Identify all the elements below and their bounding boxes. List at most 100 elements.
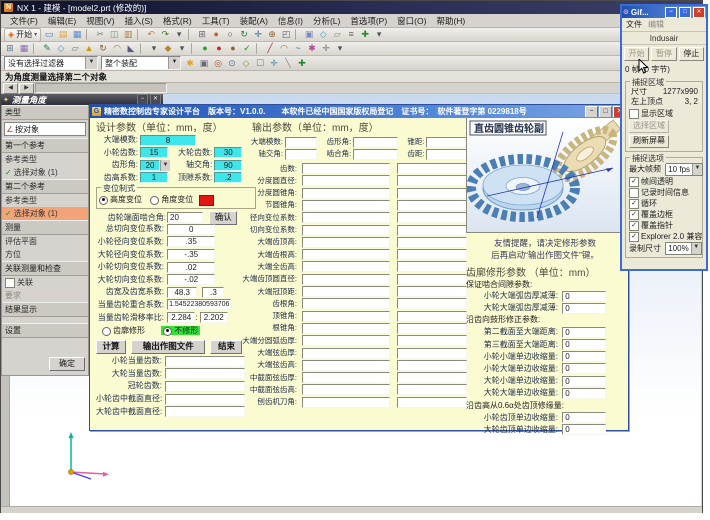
color-swatch-red[interactable]: [199, 195, 214, 206]
minimize-icon[interactable]: −: [665, 7, 677, 18]
menu-item[interactable]: 装配(A): [235, 15, 273, 27]
option-row[interactable]: ✓ 循环: [629, 198, 700, 209]
toolbar-icon[interactable]: ◎: [212, 58, 224, 69]
chevron-down-icon[interactable]: ▼: [691, 243, 701, 254]
output-field-pinion[interactable]: [302, 298, 390, 309]
toolbar-icon[interactable]: ●: [210, 29, 222, 40]
facewidth-field[interactable]: 48.3: [167, 287, 197, 298]
module-field[interactable]: 8: [140, 135, 196, 146]
toolbar-icon[interactable]: ◠: [278, 43, 290, 54]
toolbar-icon[interactable]: ✛: [268, 58, 280, 69]
output-field-gear[interactable]: [397, 261, 467, 272]
toolbar-icon[interactable]: ↷: [159, 29, 171, 40]
toolbar-icon[interactable]: [140, 43, 145, 54]
chevron-down-icon[interactable]: ▼: [160, 160, 170, 171]
value-field[interactable]: 0: [562, 291, 606, 302]
option-row[interactable]: ✓ 覆盖边框: [629, 209, 700, 220]
toolbar-icon[interactable]: [188, 29, 193, 40]
maximize-icon[interactable]: □: [679, 7, 691, 18]
toolbar-icon[interactable]: ▾: [334, 43, 346, 54]
toolbar-icon[interactable]: ▦: [18, 43, 30, 54]
select-object-1[interactable]: ✓选择对象 (1): [2, 166, 88, 179]
checkbox[interactable]: [629, 188, 639, 198]
output-field-pinion[interactable]: [302, 274, 390, 285]
section-type[interactable]: 类型: [2, 105, 88, 120]
out-pa-field[interactable]: [353, 137, 398, 148]
toolbar-icon[interactable]: ●: [213, 43, 225, 54]
menu-item[interactable]: 插入(S): [120, 15, 158, 27]
output-field-pinion[interactable]: [302, 323, 390, 334]
value-field[interactable]: 0: [562, 351, 606, 362]
output-field-pinion[interactable]: [302, 163, 390, 174]
toolbar-icon[interactable]: ▱: [331, 29, 343, 40]
toolbar-icon[interactable]: ◰: [280, 29, 292, 40]
toolbar-icon[interactable]: ●: [199, 43, 211, 54]
toolbar-icon[interactable]: [137, 29, 142, 40]
toolbar-icon[interactable]: ╲: [282, 58, 294, 69]
output-field-pinion[interactable]: [302, 237, 390, 248]
fps-dropdown[interactable]: 10 fps ▼: [665, 163, 703, 176]
orientation-row[interactable]: 方位: [2, 248, 88, 261]
output-field-gear[interactable]: [397, 286, 467, 297]
output-field-pinion[interactable]: [302, 175, 390, 186]
toolbar-icon[interactable]: ✎: [41, 43, 53, 54]
output-field-gear[interactable]: [397, 397, 467, 408]
value-field[interactable]: 0: [562, 376, 606, 387]
select-object-2-active[interactable]: ✓选择对象 (1): [2, 207, 88, 220]
refresh-screen-button[interactable]: 刷新屏幕: [629, 135, 669, 148]
output-field-pinion[interactable]: [302, 311, 390, 322]
output-field-gear[interactable]: [397, 188, 467, 199]
toolbar-icon[interactable]: ~: [292, 43, 304, 54]
output-field-pinion[interactable]: [302, 200, 390, 211]
section-first-reference[interactable]: 第一个参考: [2, 138, 88, 153]
output-field-gear[interactable]: [397, 163, 467, 174]
chevron-down-icon[interactable]: ▼: [168, 57, 180, 69]
toolbar-icon[interactable]: ⊞: [4, 43, 16, 54]
toolbar-icon[interactable]: ✛: [320, 43, 332, 54]
out-shaft-field[interactable]: [285, 149, 317, 160]
toolbar-icon[interactable]: ↶: [145, 29, 157, 40]
value-field[interactable]: 0: [562, 303, 606, 314]
output-field-pinion[interactable]: [302, 249, 390, 260]
section-second-reference[interactable]: 第二个参考: [2, 179, 88, 194]
output-field-gear[interactable]: [397, 200, 467, 211]
output-field-gear[interactable]: [397, 225, 467, 236]
value-field[interactable]: 0: [562, 424, 606, 435]
slide-ratio-1-field[interactable]: 2.284: [167, 312, 195, 323]
output-field-pinion[interactable]: [302, 261, 390, 272]
toolbar-icon[interactable]: [295, 29, 300, 40]
menu-item[interactable]: 工具(T): [197, 15, 235, 27]
output-field-pinion[interactable]: [302, 212, 390, 223]
radio-height-shift[interactable]: 高度变位: [99, 195, 142, 204]
scroll-track[interactable]: [35, 83, 167, 93]
toolbar-icon[interactable]: ◣: [125, 43, 137, 54]
toolbar-icon[interactable]: [86, 29, 91, 40]
toolbar-icon[interactable]: ●: [227, 43, 239, 54]
output-field-gear[interactable]: [397, 212, 467, 223]
toolbar-icon[interactable]: ⊞: [196, 29, 208, 40]
option-row[interactable]: ✓ 覆盖指针: [629, 220, 700, 231]
checkbox[interactable]: ✓: [629, 221, 639, 231]
output-field-gear[interactable]: [397, 175, 467, 186]
chevron-down-icon[interactable]: ▼: [85, 57, 97, 69]
output-field-gear[interactable]: [397, 237, 467, 248]
output-field-gear[interactable]: [397, 249, 467, 260]
pinion-teeth-field[interactable]: 15: [140, 147, 168, 158]
value-field[interactable]: 0: [562, 339, 606, 350]
toolbar-icon[interactable]: ◫: [108, 29, 120, 40]
toolbar-icon[interactable]: ✂: [94, 29, 106, 40]
toolbar-icon[interactable]: ✱: [306, 43, 318, 54]
menu-item[interactable]: 文件: [626, 19, 642, 30]
toolbar-icon[interactable]: ▣: [303, 29, 315, 40]
menu-item[interactable]: 文件(F): [5, 15, 43, 27]
output-field-gear[interactable]: [397, 311, 467, 322]
checkbox[interactable]: ✓: [629, 177, 639, 187]
checkbox[interactable]: [5, 278, 15, 288]
value-field[interactable]: .35: [167, 236, 215, 247]
out-module-field[interactable]: [285, 137, 317, 148]
toolbar-icon[interactable]: ▣: [198, 58, 210, 69]
overlap-coef-field[interactable]: 1.54522380593706: [167, 299, 231, 310]
toolbar-icon[interactable]: [256, 43, 261, 54]
record-pause-button[interactable]: 暂停: [651, 47, 676, 61]
output-field-gear[interactable]: [397, 360, 467, 371]
